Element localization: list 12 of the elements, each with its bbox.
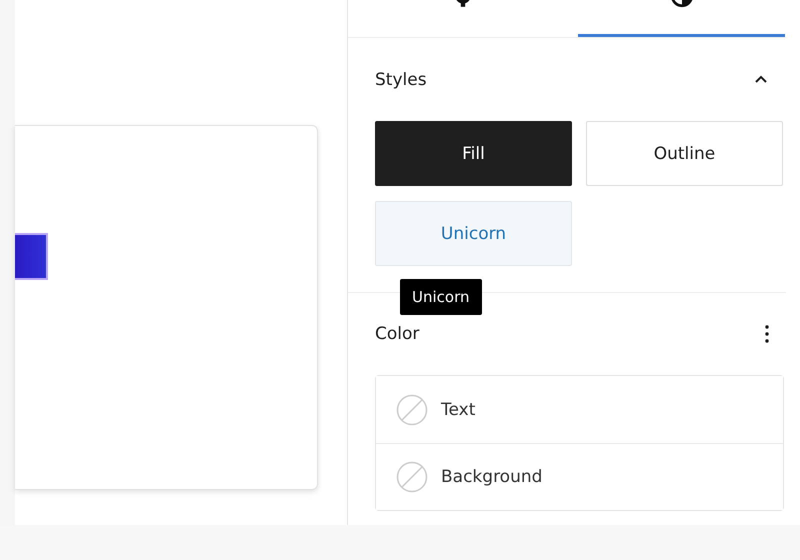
color-option[interactable]: Background: [376, 443, 783, 510]
sidebar-tab[interactable]: [578, 0, 785, 37]
block-button[interactable]: [15, 233, 48, 280]
style-option[interactable]: Unicorn: [375, 201, 572, 266]
section-title: Styles: [375, 70, 427, 90]
more-options-icon[interactable]: [765, 324, 769, 344]
style-option[interactable]: Fill: [375, 121, 572, 186]
style-option[interactable]: Outline: [586, 121, 783, 186]
no-color-icon: [396, 461, 428, 493]
section-title: Color: [375, 324, 420, 344]
no-color-icon: [396, 394, 428, 426]
tooltip: Unicorn: [400, 279, 482, 315]
